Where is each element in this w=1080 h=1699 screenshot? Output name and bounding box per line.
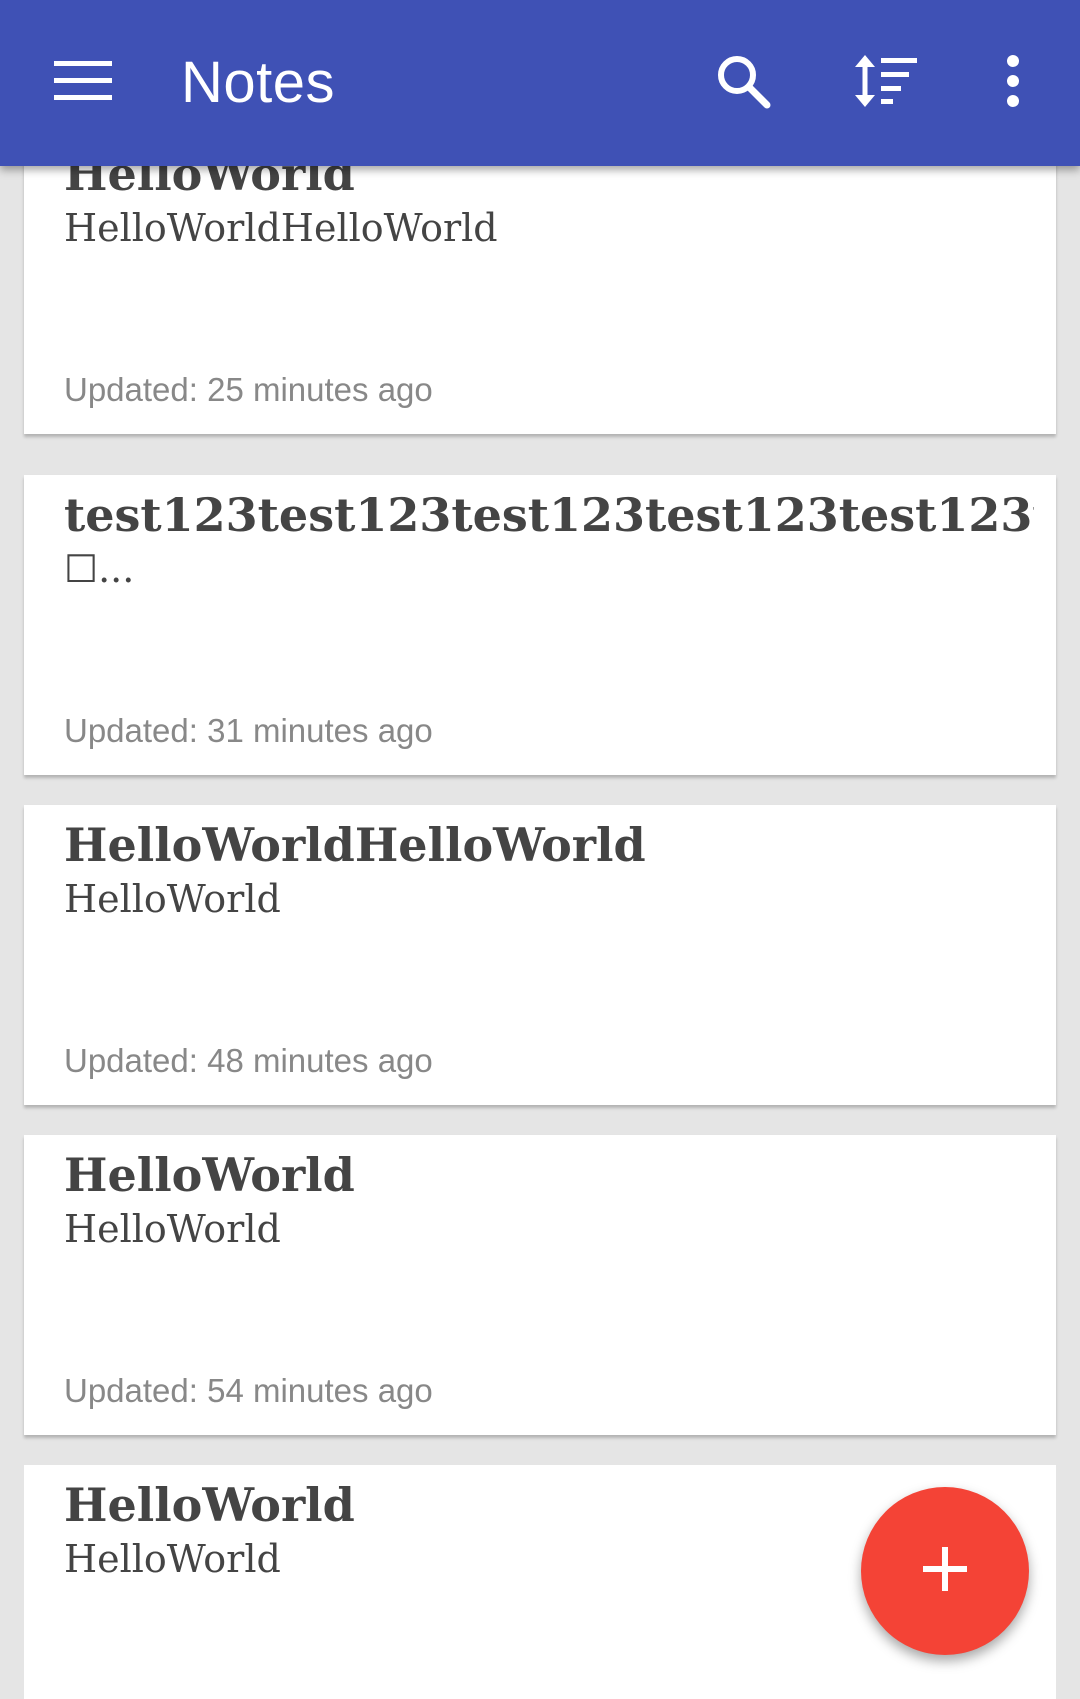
- add-note-button[interactable]: [861, 1487, 1029, 1655]
- note-body: HelloWorldHelloWorld: [64, 206, 498, 250]
- note-updated: Updated: 31 minutes ago: [64, 712, 433, 749]
- note-card[interactable]: HelloWorldHelloWorld HelloWorld Updated:…: [24, 805, 1056, 1105]
- search-button[interactable]: [693, 33, 793, 133]
- note-title: test123test123test123test123test123test1…: [64, 488, 1034, 542]
- note-title: HelloWorldHelloWorld: [64, 818, 646, 872]
- note-updated: Updated: 54 minutes ago: [64, 1372, 433, 1409]
- notes-app: HelloWorld HelloWorldHelloWorld Updated:…: [0, 0, 1080, 1699]
- more-vert-icon: [1003, 53, 1023, 114]
- note-card[interactable]: test123test123test123test123test123test1…: [24, 475, 1056, 775]
- more-button[interactable]: [963, 33, 1063, 133]
- note-body: HelloWorld: [64, 877, 281, 921]
- note-card[interactable]: HelloWorld HelloWorld Updated: 54 minute…: [24, 1135, 1056, 1435]
- add-icon: [921, 1545, 969, 1598]
- sort-icon: [853, 53, 919, 114]
- menu-icon: [54, 59, 114, 108]
- note-body: ☐...: [64, 547, 135, 591]
- search-icon: [713, 51, 773, 116]
- note-body: HelloWorld: [64, 1207, 281, 1251]
- menu-button[interactable]: [34, 33, 134, 133]
- note-card[interactable]: HelloWorld HelloWorldHelloWorld Updated:…: [24, 134, 1056, 434]
- app-toolbar: Notes: [0, 0, 1080, 166]
- sort-button[interactable]: [836, 33, 936, 133]
- note-updated: Updated: 48 minutes ago: [64, 1042, 433, 1079]
- note-updated: Updated: 25 minutes ago: [64, 371, 433, 408]
- toolbar-title: Notes: [181, 50, 336, 115]
- note-title: HelloWorld: [64, 1148, 355, 1202]
